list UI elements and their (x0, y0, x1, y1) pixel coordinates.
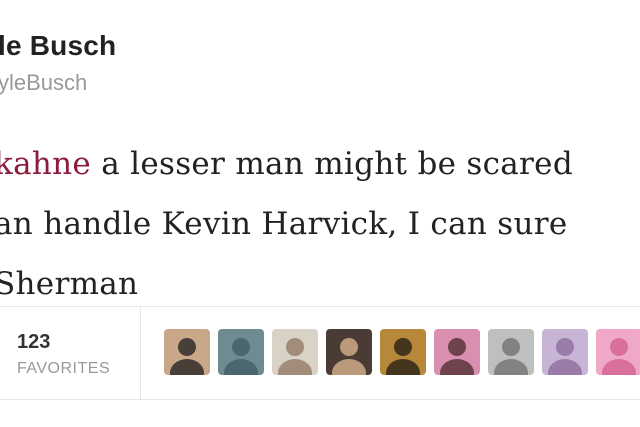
tweet-text-segment: a lesser man might be scared (91, 146, 573, 182)
avatar-photo (218, 329, 264, 375)
avatar-photo (326, 329, 372, 375)
favoriter-avatar-6[interactable] (434, 329, 480, 375)
favoriter-avatar-4[interactable] (326, 329, 372, 375)
tweet-text-segment: an handle Kevin Harvick, I can sure (0, 206, 568, 242)
avatar-photo (542, 329, 588, 375)
tweet-text-segment: Sherman (0, 266, 139, 302)
favoriter-avatar-7[interactable] (488, 329, 534, 375)
favorites-label[interactable]: FAVORITES (17, 360, 110, 378)
favoriter-avatar-8[interactable] (542, 329, 588, 375)
tweet-text: kahne a lesser man might be scared an ha… (0, 134, 640, 314)
user-handle[interactable]: yleBusch (0, 70, 87, 96)
avatar-photo (596, 329, 640, 375)
tweet-text-line: Sherman (0, 254, 640, 314)
mention-link[interactable]: kahne (0, 146, 91, 182)
tweet-text-line: an handle Kevin Harvick, I can sure (0, 194, 640, 254)
user-display-name[interactable]: le Busch (0, 30, 116, 62)
tweet-text-line: kahne a lesser man might be scared (0, 134, 640, 194)
favoriter-avatar-2[interactable] (218, 329, 264, 375)
favoriter-avatar-5[interactable] (380, 329, 426, 375)
favoriter-avatar-3[interactable] (272, 329, 318, 375)
tweet-card: le Busch yleBusch kahne a lesser man mig… (0, 0, 640, 427)
avatar-photo (380, 329, 426, 375)
avatar-photo (488, 329, 534, 375)
favoriter-avatar-1[interactable] (164, 329, 210, 375)
avatar-photo (272, 329, 318, 375)
favorites-count[interactable]: 123 (17, 331, 50, 354)
tweet-stats-bar: 123 FAVORITES (0, 306, 640, 400)
avatar-photo (434, 329, 480, 375)
favoriter-avatar-9[interactable] (596, 329, 640, 375)
avatar-photo (164, 329, 210, 375)
stats-divider (140, 307, 141, 399)
